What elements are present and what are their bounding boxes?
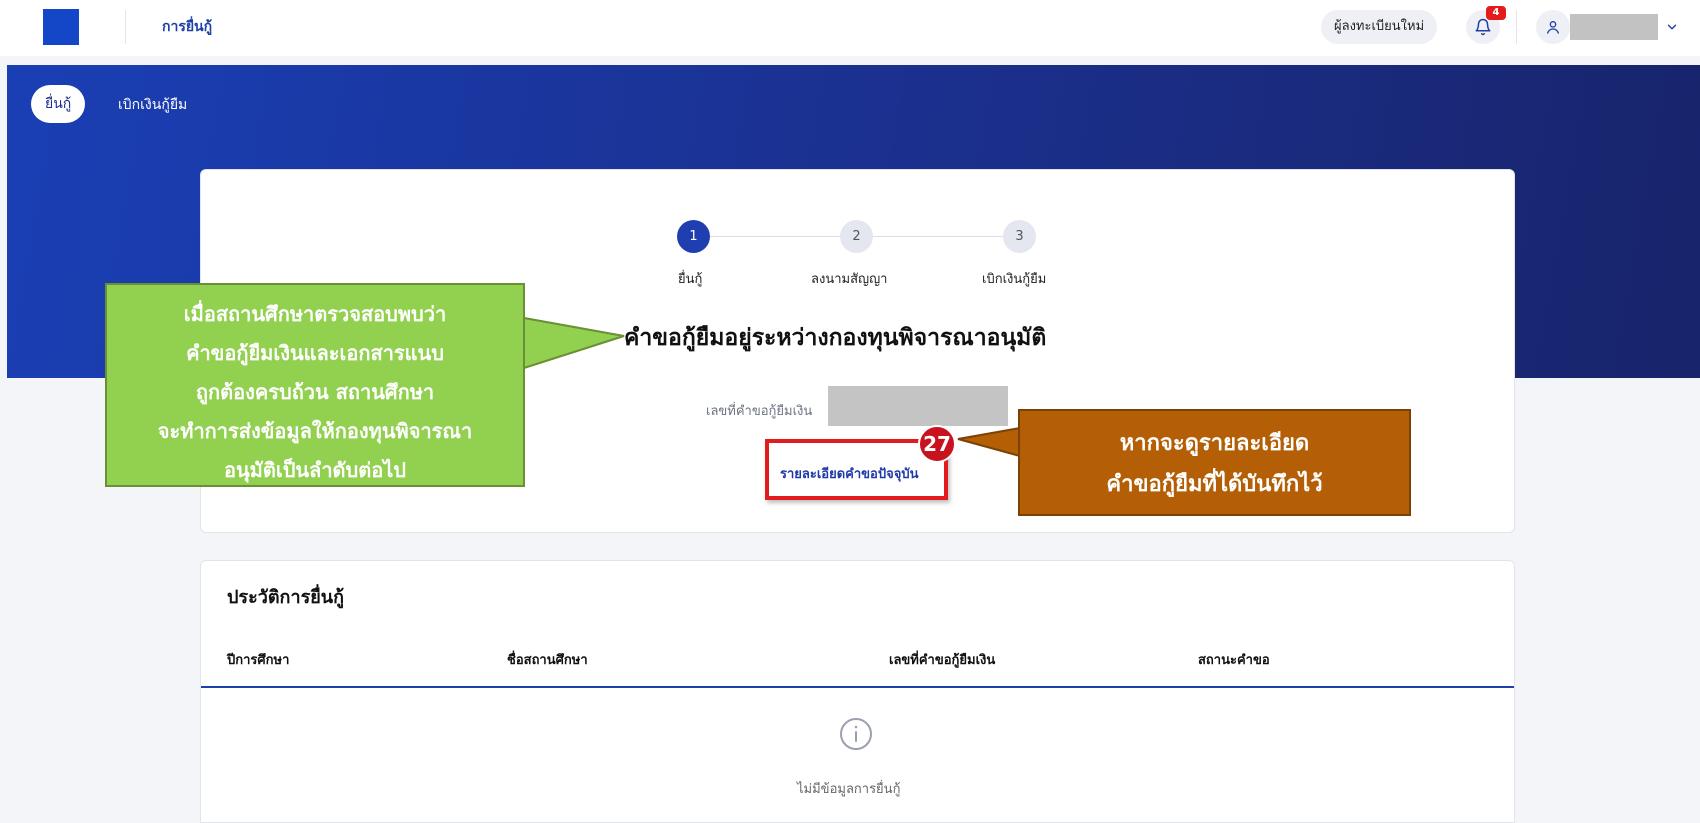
- notification-count-badge: 4: [1486, 6, 1506, 20]
- step-number-badge: 27: [918, 425, 956, 463]
- callout-line: คำขอกู้ยืมเงินและเอกสารแนบ: [186, 341, 444, 365]
- step-3-circle: 3: [1003, 220, 1036, 253]
- user-icon[interactable]: [1536, 10, 1570, 44]
- chevron-down-icon[interactable]: [1662, 14, 1682, 40]
- loan-number-label: เลขที่คำขอกู้ยืมเงิน: [706, 404, 813, 419]
- callout-line: คำขอกู้ยืมที่ได้บันทึกไว้: [1106, 472, 1323, 497]
- header-divider: [125, 10, 126, 44]
- table-header-divider: [201, 686, 1514, 688]
- orange-callout: หากจะดูรายละเอียด คำขอกู้ยืมที่ได้บันทึก…: [1018, 409, 1411, 516]
- history-title: ประวัติการยื่นกู้: [227, 587, 344, 608]
- tab-disburse-loan[interactable]: เบิกเงินกู้ยืม: [118, 94, 187, 116]
- info-icon: [838, 716, 874, 752]
- loan-number-redacted: [828, 386, 1008, 426]
- callout-line: ถูกต้องครบถ้วน สถานศึกษา: [195, 380, 435, 404]
- column-header-academic-year: ปีการศึกษา: [227, 653, 290, 668]
- column-header-status: สถานะคำขอ: [1198, 653, 1270, 668]
- stepper-connector: [710, 236, 841, 237]
- callout-line: เมื่อสถานศึกษาตรวจสอบพบว่า: [183, 302, 447, 326]
- status-heading: คำขอกู้ยืมอยู่ระหว่างกองทุนพิจารณาอนุมัต…: [624, 325, 1047, 351]
- column-header-institution: ชื่อสถานศึกษา: [507, 653, 588, 668]
- new-registrant-button[interactable]: ผู้ลงทะเบียนใหม่: [1321, 10, 1438, 44]
- page-title: การยื่นกู้: [162, 19, 213, 35]
- step-1-circle: 1: [677, 220, 710, 253]
- current-request-detail-link[interactable]: รายละเอียดคำขอปัจจุบัน: [780, 463, 918, 484]
- stepper-connector: [873, 236, 1004, 237]
- callout-line: อนุมัติเป็นลำดับต่อไป: [224, 458, 406, 482]
- step-1-label: ยื่นกู้: [678, 272, 703, 287]
- green-callout: เมื่อสถานศึกษาตรวจสอบพบว่า คำขอกู้ยืมเงิ…: [105, 283, 525, 487]
- app-logo[interactable]: [43, 9, 79, 45]
- callout-line: จะทำการส่งข้อมูลให้กองทุนพิจารณา: [157, 419, 473, 443]
- top-header: [0, 0, 1700, 56]
- user-name-redacted: [1570, 14, 1658, 40]
- step-2-label: ลงนามสัญญา: [811, 272, 888, 287]
- callout-line: หากจะดูรายละเอียด: [1119, 431, 1310, 456]
- step-2-circle: 2: [840, 220, 873, 253]
- column-header-loan-number: เลขที่คำขอกู้ยืมเงิน: [889, 653, 996, 668]
- header-divider: [1516, 10, 1517, 44]
- tab-apply-loan[interactable]: ยื่นกู้: [31, 85, 86, 123]
- step-3-label: เบิกเงินกู้ยืม: [982, 272, 1047, 287]
- empty-state-text: ไม่มีข้อมูลการยื่นกู้: [797, 782, 901, 797]
